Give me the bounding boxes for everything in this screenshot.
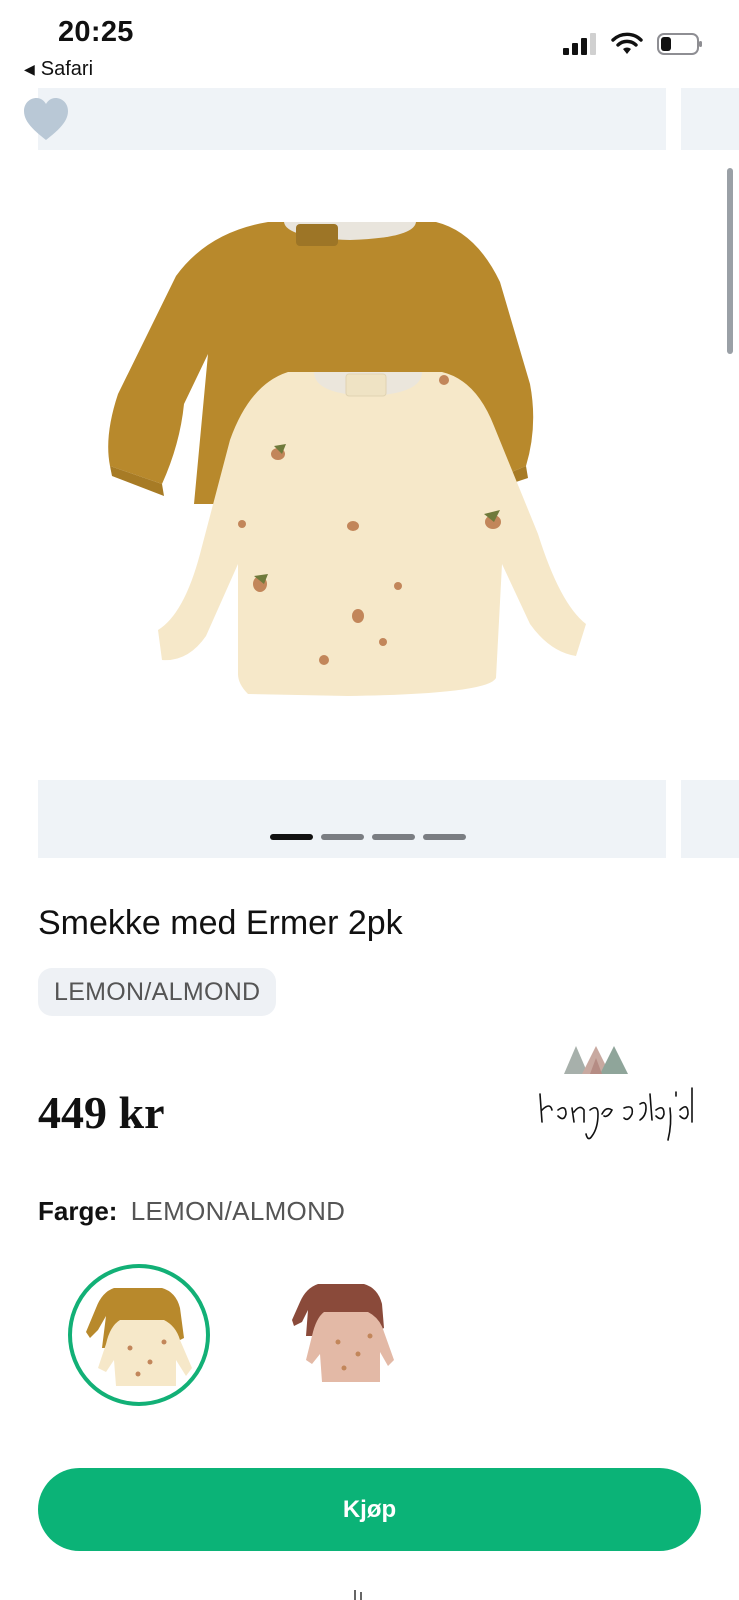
gallery-dot-2[interactable] — [321, 834, 364, 840]
gallery-dot-1[interactable] — [270, 834, 313, 840]
wifi-icon — [611, 32, 643, 54]
swatch-lemon-almond-image — [86, 1288, 192, 1386]
gallery-pagination — [270, 834, 466, 840]
product-price: 449 kr — [38, 1087, 165, 1138]
variant-chip: LEMON/ALMOND — [38, 968, 277, 1016]
product-image[interactable] — [98, 204, 666, 744]
color-label: Farge: — [38, 1196, 118, 1226]
status-time: 20:25 — [58, 16, 134, 48]
battery-icon — [657, 33, 702, 55]
gallery-dot-3[interactable] — [372, 834, 415, 840]
gallery-next-slide-peek-bottom[interactable] — [681, 780, 739, 858]
gallery-bottom-band — [38, 780, 666, 858]
partial-icon — [354, 1590, 362, 1600]
buy-button[interactable]: Kjøp — [38, 1468, 701, 1551]
product-title: Smekke med Ermer 2pk — [38, 904, 403, 942]
signal-icon — [563, 33, 596, 55]
back-to-safari-link[interactable]: ◀ Safari — [24, 58, 93, 81]
brand-logo[interactable] — [536, 1044, 696, 1148]
color-swatch-lemon-almond[interactable] — [68, 1264, 210, 1406]
gallery-next-slide-peek[interactable] — [681, 88, 739, 150]
back-label: Safari — [40, 58, 94, 80]
color-swatch-option-2[interactable] — [278, 1264, 420, 1406]
color-selected-value: LEMON/ALMOND — [130, 1196, 346, 1226]
gallery-dot-4[interactable] — [423, 834, 466, 840]
back-arrow-icon: ◀ — [24, 61, 35, 77]
color-selector-label-row: Farge: LEMON/ALMOND — [38, 1196, 345, 1227]
swatch-option-2-image — [292, 1284, 394, 1382]
gallery-top-band — [38, 88, 666, 150]
heart-icon[interactable] — [22, 96, 70, 142]
status-icons — [563, 32, 703, 56]
page-scrollbar[interactable] — [727, 168, 733, 354]
